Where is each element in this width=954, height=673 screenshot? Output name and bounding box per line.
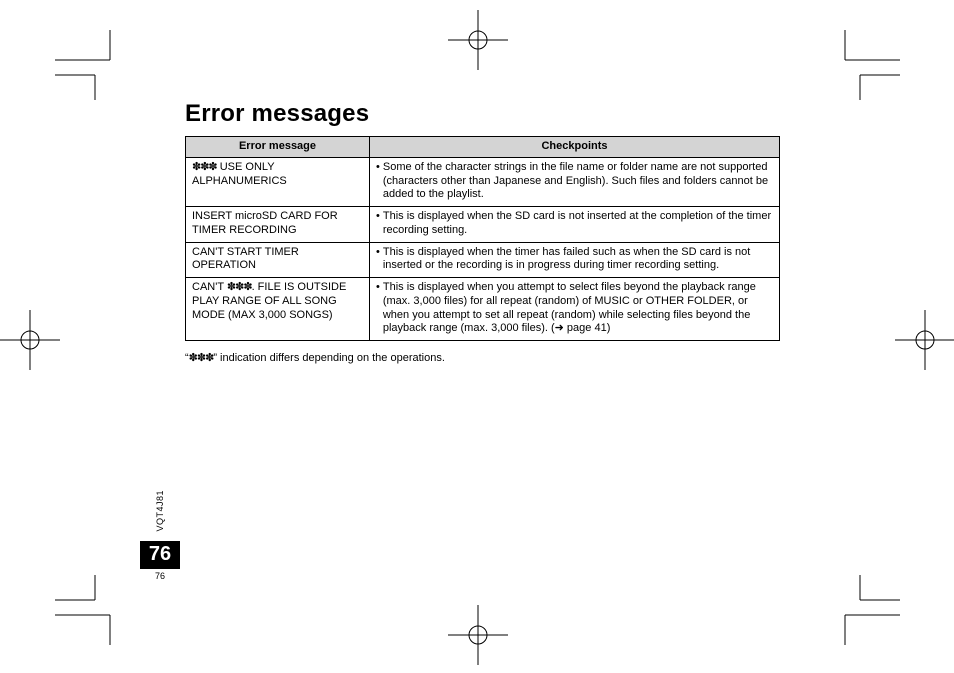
checkpoint-cell: • This is displayed when you attempt to … [370, 278, 780, 341]
asterisks: ✽✽✽ [189, 352, 214, 364]
page-content: Error messages Error message Checkpoints… [185, 100, 780, 364]
table-row: ✽✽✽ USE ONLY ALPHANUMERICS • Some of the… [186, 157, 780, 206]
table-row: CAN'T START TIMER OPERATION • This is di… [186, 242, 780, 278]
bullet-icon: • [376, 210, 383, 238]
page-number-block: VQT4J81 76 76 [140, 490, 180, 581]
crop-mark-tr [820, 30, 900, 100]
crop-mark-bl [55, 575, 135, 645]
bullet-icon: • [376, 246, 383, 274]
checkpoint-cell: • Some of the character strings in the f… [370, 157, 780, 206]
reg-mark-left [0, 310, 60, 370]
doc-code: VQT4J81 [155, 490, 165, 532]
bullet-icon: • [376, 281, 383, 336]
table-row: CAN'T ✽✽✽. FILE IS OUTSIDE PLAY RANGE OF… [186, 278, 780, 341]
checkpoint-cell: • This is displayed when the SD card is … [370, 207, 780, 243]
error-message-prefix: CAN'T [192, 281, 227, 293]
error-message-cell: CAN'T START TIMER OPERATION [186, 242, 370, 278]
crop-mark-br [820, 575, 900, 645]
checkpoint-text: This is displayed when the SD card is no… [383, 210, 773, 238]
asterisks: ✽✽✽ [192, 161, 217, 173]
checkpoint-text: This is displayed when the timer has fai… [383, 246, 773, 274]
error-message-cell: INSERT microSD CARD FOR TIMER RECORDING [186, 207, 370, 243]
error-message-cell: CAN'T ✽✽✽. FILE IS OUTSIDE PLAY RANGE OF… [186, 278, 370, 341]
footnote-post: ” indication differs depending on the op… [213, 352, 445, 364]
reg-mark-bottom [448, 605, 508, 665]
page-title: Error messages [185, 100, 780, 128]
error-message-cell: ✽✽✽ USE ONLY ALPHANUMERICS [186, 157, 370, 206]
th-checkpoints: Checkpoints [370, 137, 780, 158]
reg-mark-right [895, 310, 954, 370]
checkpoint-text: This is displayed when you attempt to se… [383, 281, 773, 336]
checkpoint-text: Some of the character strings in the fil… [383, 161, 773, 202]
table-row: INSERT microSD CARD FOR TIMER RECORDING … [186, 207, 780, 243]
error-table: Error message Checkpoints ✽✽✽ USE ONLY A… [185, 136, 780, 341]
bullet-icon: • [376, 161, 383, 202]
th-error-message: Error message [186, 137, 370, 158]
asterisks: ✽✽✽ [227, 281, 252, 293]
checkpoint-cell: • This is displayed when the timer has f… [370, 242, 780, 278]
page-number-tiny: 76 [140, 571, 180, 581]
reg-mark-top [448, 10, 508, 70]
page-number: 76 [140, 541, 180, 569]
footnote: “✽✽✽” indication differs depending on th… [185, 351, 780, 364]
crop-mark-tl [55, 30, 135, 100]
